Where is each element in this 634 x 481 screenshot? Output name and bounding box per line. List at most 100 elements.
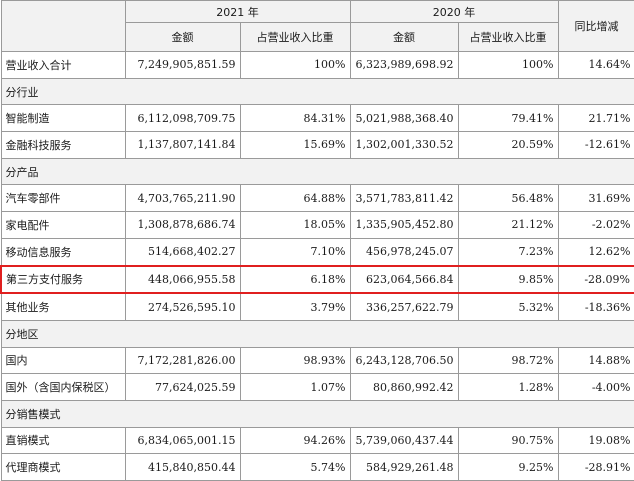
section-row: 分地区: [0, 319, 634, 348]
amount-2021: 7,249,905,851.59: [124, 51, 241, 79]
amount-2020: 5,021,988,368.40: [349, 104, 459, 133]
table-row: 国外（含国内保税区） 77,624,025.59 1.07% 80,860,992.4…: [0, 373, 634, 401]
row-label: 智能制造: [0, 104, 126, 133]
amount-2021: 4,703,765,211.90: [124, 184, 241, 213]
amount-2021: 7,172,281,826.00: [124, 346, 241, 375]
header-year-2020: 2020 年: [349, 0, 559, 23]
row-label: 国外（含国内保税区）: [0, 373, 126, 401]
ratio-2021: 3.79%: [239, 292, 351, 321]
amount-2021: 514,668,402.27: [124, 237, 241, 267]
yoy-change: -12.61%: [557, 131, 634, 159]
table-row: 智能制造 6,112,098,709.75 84.31% 5,021,988,368.…: [0, 104, 634, 133]
amount-2021: 1,308,878,686.74: [124, 211, 241, 239]
ratio-2021: 84.31%: [239, 104, 351, 133]
table-row: 家电配件 1,308,878,686.74 18.05% 1,335,905,452.…: [0, 211, 634, 239]
row-label: 金融科技服务: [0, 131, 126, 159]
ratio-2021: 64.88%: [239, 184, 351, 213]
table-row: 金融科技服务 1,137,807,141.84 15.69% 1,302,001,33…: [0, 131, 634, 159]
yoy-change: 21.71%: [557, 104, 634, 133]
amount-2021: 1,137,807,141.84: [124, 131, 241, 159]
table-row: 其他业务 274,526,595.10 3.79% 336,257,622.79 5.3…: [0, 292, 634, 321]
amount-2020: 3,571,783,811.42: [349, 184, 459, 213]
ratio-2021: 5.74%: [239, 453, 351, 481]
row-label: 第三方支付服务: [0, 264, 126, 295]
header-ratio-2021: 占营业收入比重: [239, 22, 351, 52]
ratio-2021: 6.18%: [239, 264, 351, 295]
amount-2021: 6,112,098,709.75: [124, 104, 241, 133]
ratio-2020: 1.28%: [457, 373, 559, 401]
yoy-change: -28.91%: [557, 453, 634, 481]
highlighted-table-row: 第三方支付服务 448,066,955.58 6.18% 623,064,566.84…: [0, 264, 634, 295]
amount-2020: 336,257,622.79: [349, 292, 459, 321]
amount-2021: 77,624,025.59: [124, 373, 241, 401]
ratio-2020: 9.25%: [457, 453, 559, 481]
amount-2021: 448,066,955.58: [124, 264, 241, 295]
ratio-2021: 18.05%: [239, 211, 351, 239]
ratio-2020: 21.12%: [457, 211, 559, 239]
row-label: 移动信息服务: [0, 237, 126, 267]
yoy-change: 14.88%: [557, 346, 634, 375]
amount-2020: 1,335,905,452.80: [349, 211, 459, 239]
amount-2021: 415,840,850.44: [124, 453, 241, 481]
table-row: 代理商模式 415,840,850.44 5.74% 584,929,261.48 9.…: [0, 453, 634, 481]
ratio-2020: 100%: [457, 51, 559, 79]
row-label: 营业收入合计: [0, 51, 126, 79]
ratio-2020: 7.23%: [457, 237, 559, 267]
amount-2020: 5,739,060,437.44: [349, 426, 459, 455]
amount-2020: 6,323,989,698.92: [349, 51, 459, 79]
table-row: 国内 7,172,281,826.00 98.93% 6,243,128,706.50…: [0, 346, 634, 375]
amount-2020: 584,929,261.48: [349, 453, 459, 481]
row-label: 其他业务: [0, 292, 126, 321]
header-row-years: 2021 年 2020 年 同比增减: [0, 0, 634, 52]
amount-2020: 623,064,566.84: [349, 264, 459, 295]
table-row: 直销模式 6,834,065,001.15 94.26% 5,739,060,437.…: [0, 426, 634, 455]
row-label: 汽车零部件: [0, 184, 126, 213]
ratio-2020: 79.41%: [457, 104, 559, 133]
header-year-2021: 2021 年: [124, 0, 351, 23]
revenue-breakdown-table: 2021 年 2020 年 同比增减 金额 占营业收入比重 金额 占营业收入比重…: [0, 0, 634, 481]
ratio-2020: 90.75%: [457, 426, 559, 455]
header-blank-cell: [0, 0, 126, 52]
ratio-2021: 15.69%: [239, 131, 351, 159]
ratio-2020: 56.48%: [457, 184, 559, 213]
section-label: 分产品: [0, 157, 634, 186]
ratio-2021: 98.93%: [239, 346, 351, 375]
amount-2020: 80,860,992.42: [349, 373, 459, 401]
yoy-change: 12.62%: [557, 237, 634, 267]
ratio-2021: 1.07%: [239, 373, 351, 401]
yoy-change: -18.36%: [557, 292, 634, 321]
yoy-change: -28.09%: [557, 264, 634, 295]
amount-2020: 1,302,001,330.52: [349, 131, 459, 159]
header-amount-2021: 金额: [124, 22, 241, 52]
section-row: 分行业: [0, 77, 634, 106]
ratio-2021: 7.10%: [239, 237, 351, 267]
row-label: 家电配件: [0, 211, 126, 239]
ratio-2021: 100%: [239, 51, 351, 79]
yoy-change: 19.08%: [557, 426, 634, 455]
amount-2020: 456,978,245.07: [349, 237, 459, 267]
ratio-2020: 5.32%: [457, 292, 559, 321]
section-label: 分行业: [0, 77, 634, 106]
table-row: 汽车零部件 4,703,765,211.90 64.88% 3,571,783,811…: [0, 184, 634, 213]
table-body: 营业收入合计 7,249,905,851.59 100% 6,323,989,698.…: [0, 51, 634, 481]
row-label: 直销模式: [0, 426, 126, 455]
table-row: 营业收入合计 7,249,905,851.59 100% 6,323,989,698.…: [0, 51, 634, 79]
section-row: 分产品: [0, 157, 634, 186]
amount-2021: 274,526,595.10: [124, 292, 241, 321]
ratio-2020: 98.72%: [457, 346, 559, 375]
amount-2020: 6,243,128,706.50: [349, 346, 459, 375]
ratio-2021: 94.26%: [239, 426, 351, 455]
ratio-2020: 20.59%: [457, 131, 559, 159]
ratio-2020: 9.85%: [457, 264, 559, 295]
yoy-change: -2.02%: [557, 211, 634, 239]
header-amount-2020: 金额: [349, 22, 459, 52]
header-yoy: 同比增减: [557, 0, 634, 52]
header-ratio-2020: 占营业收入比重: [457, 22, 559, 52]
row-label: 代理商模式: [0, 453, 126, 481]
row-label: 国内: [0, 346, 126, 375]
section-label: 分地区: [0, 319, 634, 348]
section-row: 分销售模式: [0, 399, 634, 428]
yoy-change: -4.00%: [557, 373, 634, 401]
yoy-change: 14.64%: [557, 51, 634, 79]
table-row: 移动信息服务 514,668,402.27 7.10% 456,978,245.07 7…: [0, 237, 634, 267]
